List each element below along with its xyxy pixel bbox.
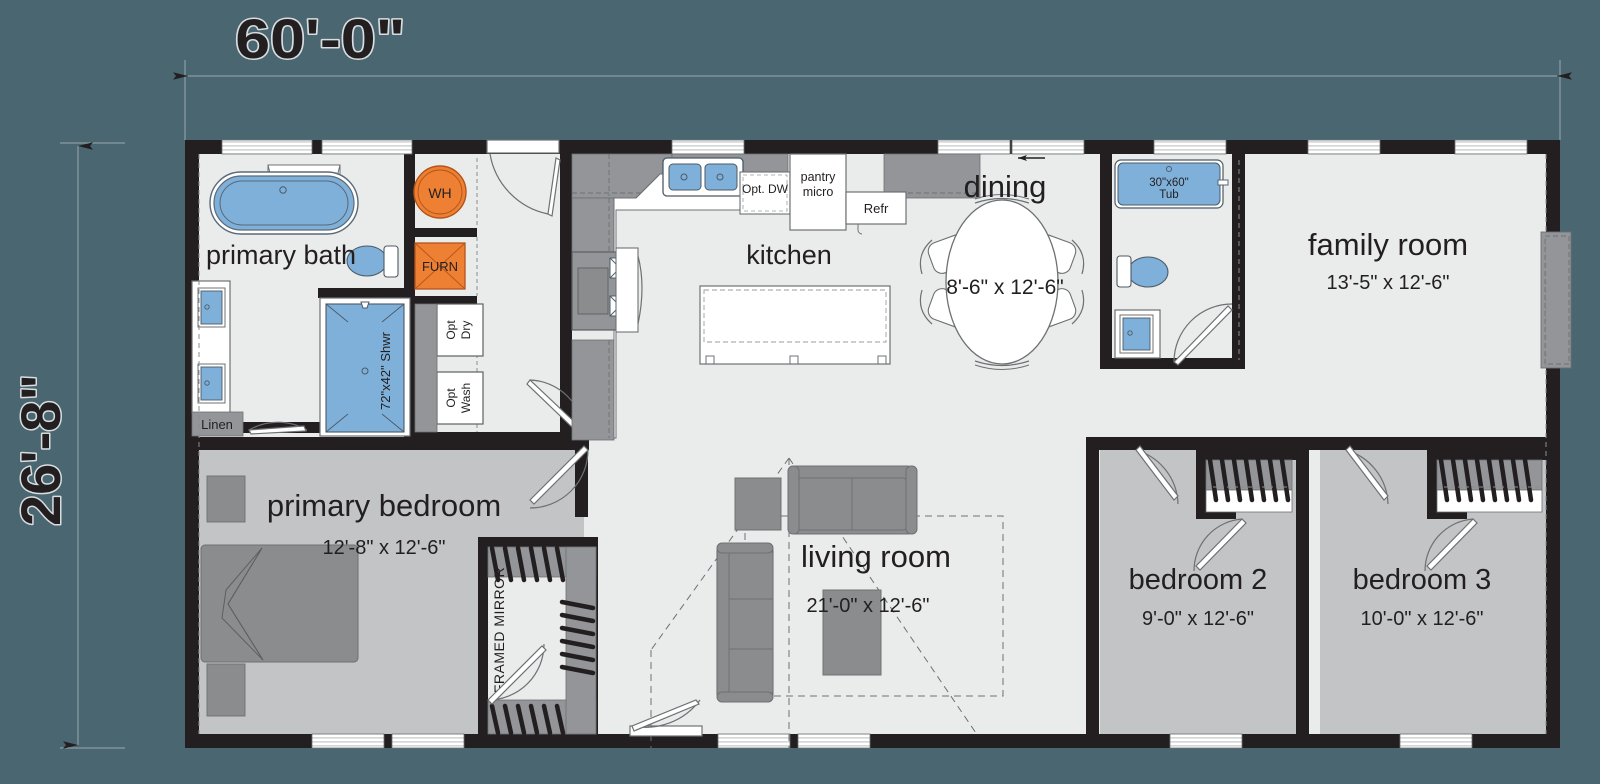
pantry-label-2: micro	[803, 185, 834, 199]
toilet-bath2	[1116, 255, 1169, 288]
nightstand-bottom	[206, 663, 246, 717]
primary-bath-name: primary bath	[206, 240, 356, 270]
opt-dryer-label-1: Opt	[444, 320, 458, 340]
nightstand-top	[206, 475, 246, 523]
living-room-end-table	[734, 477, 782, 531]
dishwasher: Opt. DW	[739, 171, 791, 215]
pantry-micro: pantry micro	[789, 153, 847, 231]
optional-washer: Opt Wash	[436, 371, 484, 425]
opt-washer-label-2: Wash	[459, 383, 473, 413]
family-room-name: family room	[1308, 227, 1468, 262]
dining-dim: 8'-6" x 12'-6"	[946, 276, 1063, 299]
furnace: FURN	[414, 242, 466, 290]
vanity-primary	[191, 280, 231, 414]
bedroom-2-dim: 9'-0" x 12'-6"	[1142, 608, 1254, 630]
bath2-tub-label-2: Tub	[1159, 189, 1178, 201]
garden-tub	[209, 164, 359, 235]
water-heater: WH	[413, 165, 467, 219]
bath2-tub: 30"x60" Tub	[1114, 159, 1229, 209]
kitchen-sink	[662, 157, 744, 197]
opt-dryer-label-2: Dry	[459, 321, 473, 340]
bedroom-3-dim: 10'-0" x 12'-6"	[1360, 608, 1483, 630]
dishwasher-label: Opt. DW	[742, 182, 789, 196]
optional-dryer: Opt Dry	[436, 303, 484, 357]
overall-height-label: 26'-8"	[9, 374, 72, 526]
shower-size-label: 72"x42" Shwr	[378, 331, 393, 410]
living-room-dim: 21'-0" x 12'-6"	[806, 595, 929, 617]
living-room-name: living room	[801, 539, 951, 574]
kitchen-island	[699, 285, 891, 365]
dining-name: dining	[964, 169, 1047, 204]
refrigerator-label: Refr	[864, 201, 889, 216]
kitchen-name: kitchen	[746, 240, 832, 270]
primary-bedroom-name: primary bedroom	[267, 488, 501, 523]
bedroom-2-name: bedroom 2	[1129, 564, 1268, 596]
pantry-label-1: pantry	[801, 170, 836, 184]
floor-plan-drawing: 60'-0" 26'-8" Linen 72"x42" Shwr primary…	[0, 0, 1600, 784]
opt-washer-label-1: Opt	[444, 388, 458, 408]
framed-mirror-label: FRAMED MIRROR	[491, 567, 507, 693]
living-room-sofa	[787, 465, 918, 535]
vanity-bath2	[1114, 309, 1161, 359]
family-room-dim: 13'-5" x 12'-6"	[1326, 272, 1449, 294]
overall-width-label: 60'-0"	[235, 7, 405, 70]
linen-label: Linen	[201, 417, 233, 432]
primary-bed	[200, 544, 359, 663]
living-room-sectional	[716, 542, 774, 703]
primary-bedroom-dim: 12'-8" x 12'-6"	[322, 537, 445, 559]
floor-plan-canvas: 60'-0" 26'-8" Linen 72"x42" Shwr primary…	[0, 0, 1600, 784]
bedroom-3-name: bedroom 3	[1353, 564, 1492, 596]
shower-primary: 72"x42" Shwr	[319, 297, 411, 437]
range-cooktop	[571, 247, 643, 333]
laundry-counter	[414, 303, 438, 433]
bath2-tub-label-1: 30"x60"	[1149, 177, 1189, 189]
water-heater-label: WH	[428, 185, 451, 201]
linen-cabinet: Linen	[191, 411, 244, 437]
furnace-label: FURN	[422, 259, 458, 274]
